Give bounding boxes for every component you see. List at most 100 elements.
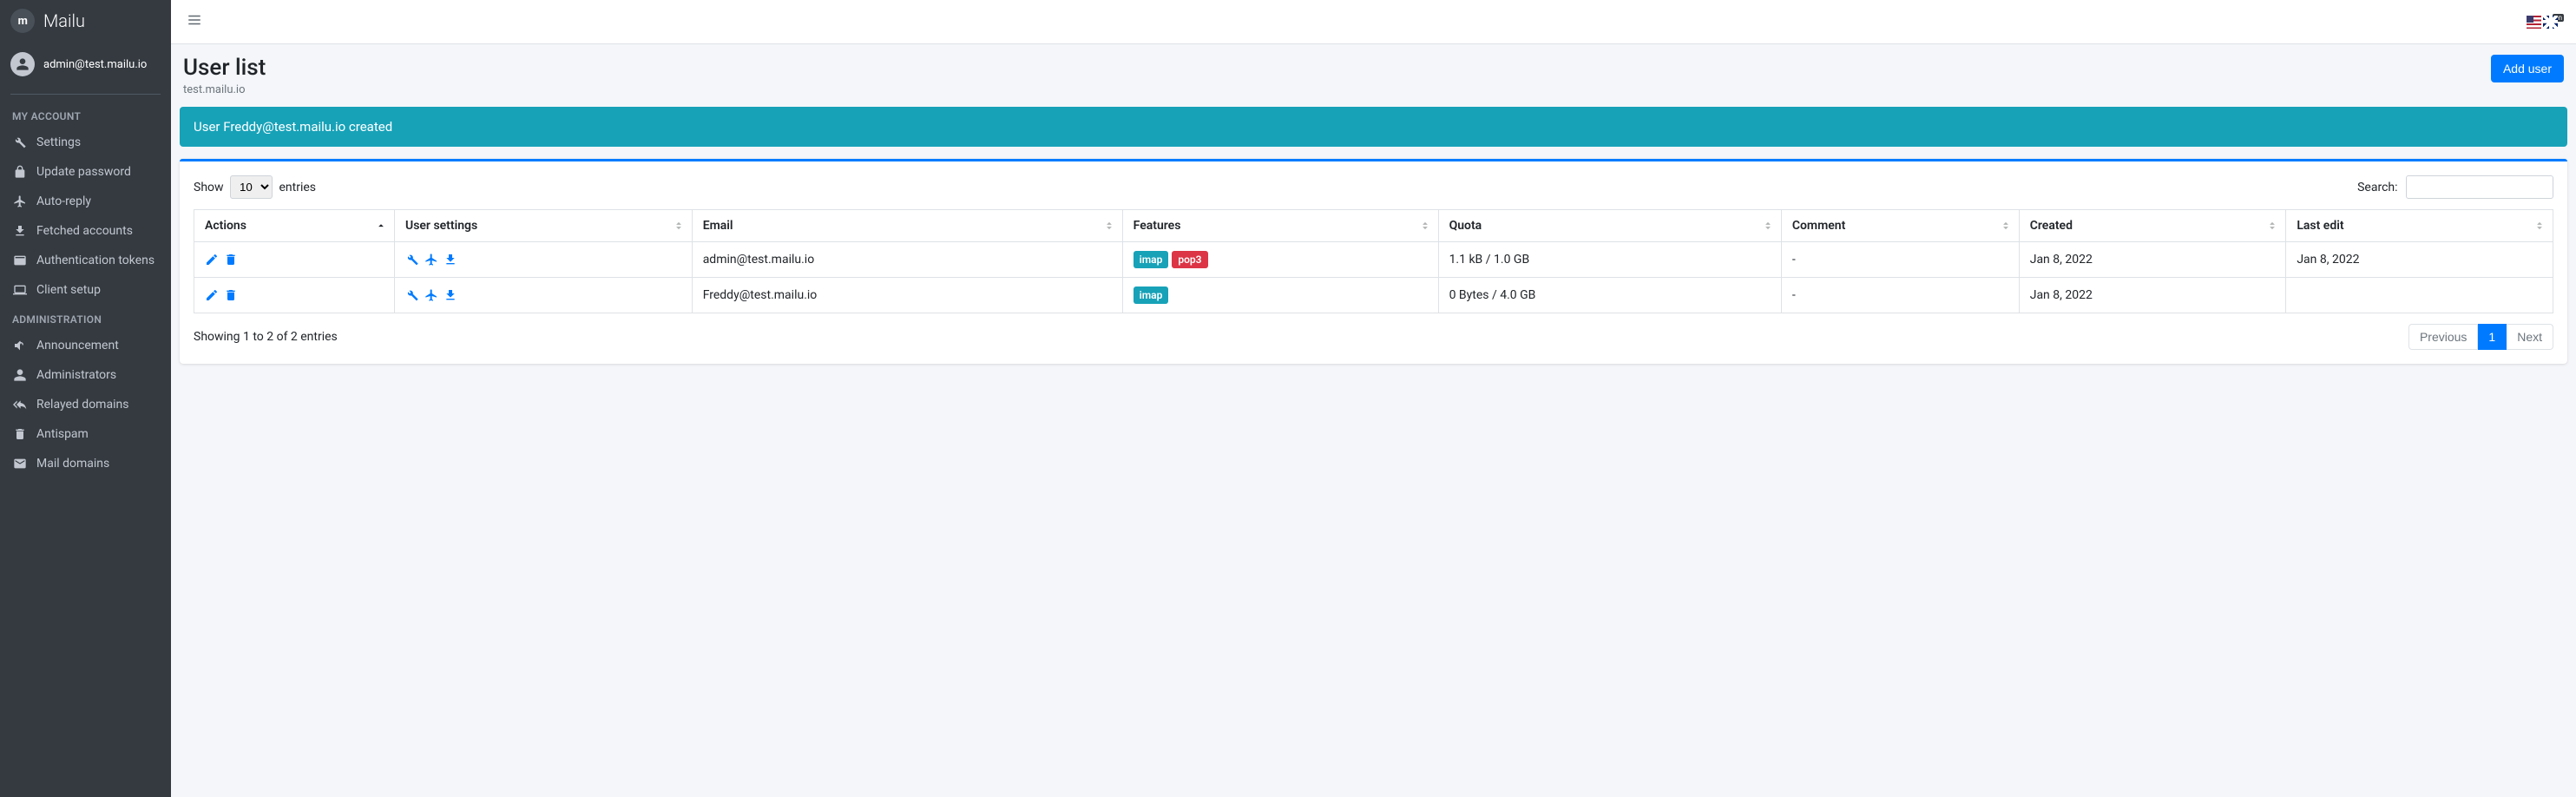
cell-actions <box>194 278 395 313</box>
sidebar-item-mail-domains[interactable]: Mail domains <box>0 449 171 478</box>
cell-last-edit: Jan 8, 2022 <box>2286 242 2553 278</box>
sidebar-item-fetched-accounts[interactable]: Fetched accounts <box>0 216 171 246</box>
hamburger-icon <box>187 12 202 28</box>
table-row: admin@test.mailu.io imappop3 1.1 kB / 1.… <box>194 242 2553 278</box>
page-subtitle: test.mailu.io <box>183 83 266 96</box>
user-table-card: Show 10 entries Search: <box>180 159 2567 364</box>
table-controls: Show 10 entries Search: <box>194 175 2553 199</box>
sort-icon <box>2000 220 2012 232</box>
col-comment[interactable]: Comment <box>1781 210 2019 242</box>
cell-quota: 0 Bytes / 4.0 GB <box>1438 278 1781 313</box>
nav-header-admin: ADMINISTRATION <box>0 305 171 331</box>
sort-icon <box>2266 220 2278 232</box>
brand-name: Mailu <box>43 10 85 31</box>
cell-email: admin@test.mailu.io <box>692 242 1122 278</box>
prev-page-button[interactable]: Previous <box>2408 324 2478 350</box>
topbar: en <box>171 0 2576 44</box>
sort-icon <box>673 220 685 232</box>
sidebar: m Mailu admin@test.mailu.io MY ACCOUNT S… <box>0 0 171 797</box>
auto-reply-icon[interactable] <box>424 253 438 267</box>
col-actions[interactable]: Actions <box>194 210 395 242</box>
content: User list test.mailu.io Add user User Fr… <box>171 44 2576 797</box>
col-user-settings[interactable]: User settings <box>395 210 693 242</box>
settings-icon[interactable] <box>405 253 419 267</box>
col-quota[interactable]: Quota <box>1438 210 1781 242</box>
plane-icon <box>12 194 28 209</box>
content-header: User list test.mailu.io Add user <box>180 55 2567 96</box>
cell-actions <box>194 242 395 278</box>
sort-icon <box>1762 220 1774 232</box>
edit-icon[interactable] <box>205 288 219 302</box>
sidebar-item-relayed-domains[interactable]: Relayed domains <box>0 390 171 419</box>
sidebar-item-auto-reply[interactable]: Auto-reply <box>0 187 171 216</box>
sidebar-item-settings[interactable]: Settings <box>0 128 171 157</box>
entries-select[interactable]: 10 <box>230 175 273 199</box>
main: en User list test.mailu.io Add user User… <box>171 0 2576 797</box>
sidebar-item-antispam[interactable]: Antispam <box>0 419 171 449</box>
user-table: Actions User settings Email Features Quo… <box>194 209 2553 313</box>
card-icon <box>12 253 28 268</box>
nav-label: Mail domains <box>36 457 109 471</box>
add-user-button[interactable]: Add user <box>2491 55 2564 82</box>
sidebar-item-announcement[interactable]: Announcement <box>0 331 171 360</box>
cell-email: Freddy@test.mailu.io <box>692 278 1122 313</box>
table-footer: Showing 1 to 2 of 2 entries Previous 1 N… <box>194 324 2553 350</box>
cell-quota: 1.1 kB / 1.0 GB <box>1438 242 1781 278</box>
flag-icon-2 <box>2543 16 2558 29</box>
reply-all-icon <box>12 397 28 412</box>
brand[interactable]: m Mailu <box>0 0 171 42</box>
show-entries: Show 10 entries <box>194 175 316 199</box>
search-wrap: Search: <box>2357 175 2553 199</box>
cell-features: imappop3 <box>1122 242 1438 278</box>
show-pre: Show <box>194 181 224 194</box>
page-1-button[interactable]: 1 <box>2478 324 2507 350</box>
search-label: Search: <box>2357 181 2397 194</box>
sidebar-item-administrators[interactable]: Administrators <box>0 360 171 390</box>
col-last-edit[interactable]: Last edit <box>2286 210 2553 242</box>
fetch-icon[interactable] <box>444 288 457 302</box>
alert-success: User Freddy@test.mailu.io created <box>180 107 2567 147</box>
brand-logo-icon: m <box>10 9 35 33</box>
auto-reply-icon[interactable] <box>424 288 438 302</box>
wrench-icon <box>12 135 28 150</box>
nav-header-account: MY ACCOUNT <box>0 102 171 128</box>
user-avatar-icon <box>10 52 35 76</box>
nav-label: Announcement <box>36 339 119 352</box>
feature-badge: imap <box>1134 251 1169 268</box>
col-email[interactable]: Email <box>692 210 1122 242</box>
sidebar-item-client-setup[interactable]: Client setup <box>0 275 171 305</box>
sidebar-item-update-password[interactable]: Update password <box>0 157 171 187</box>
nav-label: Administrators <box>36 368 116 382</box>
cell-comment: - <box>1781 278 2019 313</box>
nav-label: Antispam <box>36 427 89 441</box>
nav-label: Settings <box>36 135 81 149</box>
nav-label: Authentication tokens <box>36 254 154 267</box>
settings-icon[interactable] <box>405 288 419 302</box>
cell-user-settings <box>395 242 693 278</box>
sort-icon <box>1419 220 1431 232</box>
cell-comment: - <box>1781 242 2019 278</box>
nav-label: Relayed domains <box>36 398 128 412</box>
delete-icon[interactable] <box>224 253 238 267</box>
nav-divider <box>10 94 161 95</box>
edit-icon[interactable] <box>205 253 219 267</box>
language-selector[interactable]: en <box>2527 16 2564 29</box>
search-input[interactable] <box>2406 175 2553 199</box>
delete-icon[interactable] <box>224 288 238 302</box>
page-title: User list <box>183 55 266 82</box>
nav-label: Update password <box>36 165 131 179</box>
cell-features: imap <box>1122 278 1438 313</box>
sidebar-item-auth-tokens[interactable]: Authentication tokens <box>0 246 171 275</box>
col-features[interactable]: Features <box>1122 210 1438 242</box>
menu-toggle-button[interactable] <box>183 9 206 35</box>
user-icon <box>12 367 28 383</box>
next-page-button[interactable]: Next <box>2507 324 2553 350</box>
show-post: entries <box>279 181 317 194</box>
col-created[interactable]: Created <box>2019 210 2286 242</box>
sort-icon <box>375 220 387 232</box>
sort-icon <box>2533 220 2546 232</box>
fetch-icon[interactable] <box>444 253 457 267</box>
table-row: Freddy@test.mailu.io imap 0 Bytes / 4.0 … <box>194 278 2553 313</box>
user-panel[interactable]: admin@test.mailu.io <box>0 42 171 87</box>
nav-label: Auto-reply <box>36 194 91 208</box>
